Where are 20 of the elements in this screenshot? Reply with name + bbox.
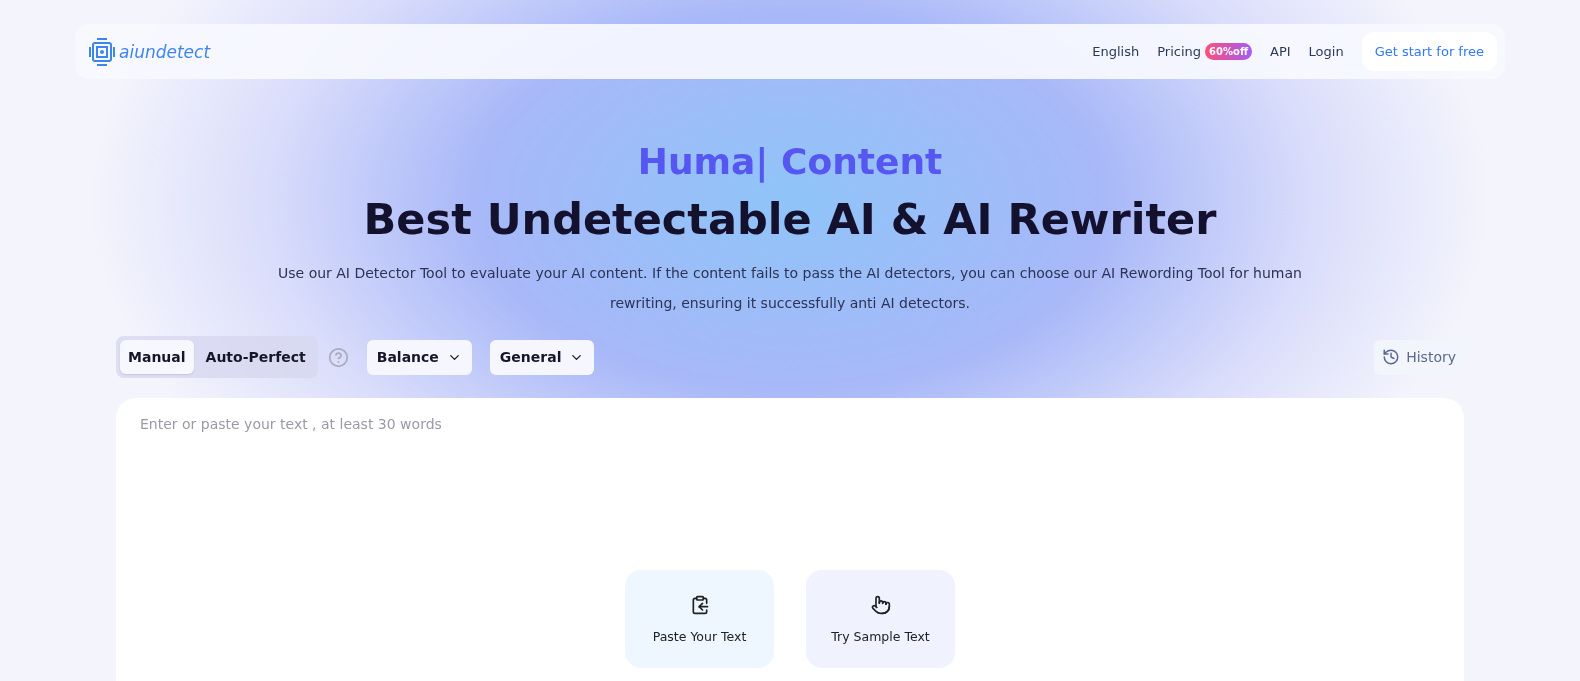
pointer-icon <box>870 594 891 615</box>
discount-badge: 60%off <box>1205 43 1252 60</box>
history-icon <box>1382 348 1401 366</box>
help-icon[interactable] <box>327 346 349 368</box>
mode-tab[interactable]: Auto-Perfect <box>197 340 314 374</box>
nav-link[interactable]: API <box>1270 44 1291 59</box>
mode-tab[interactable]: Manual <box>120 340 194 374</box>
nav-link[interactable]: English <box>1092 44 1140 59</box>
nav-link[interactable]: Login <box>1308 44 1344 59</box>
page-title: Best Undetectable AI & AI Rewriter <box>363 194 1217 244</box>
page-subtitle: Use our AI Detector Tool to evaluate your AI content. If the content fails to pass the AI detectors, you can choose our AI Rewording Tool for human rewriting, ensuring it successfully anti AI detectors. <box>277 264 1303 313</box>
text-input-field[interactable]: Enter or paste your text , at least 30 words Paste Your Text Try Sample Text <box>116 398 1464 681</box>
get-started-button[interactable]: Get start for free <box>1361 32 1497 71</box>
sample-text-button[interactable]: Try Sample Text <box>806 570 955 668</box>
option-dropdown[interactable]: General <box>489 339 595 375</box>
paste-text-button[interactable]: Paste Your Text <box>625 570 774 668</box>
typing-headline: Huma| Content <box>637 141 943 182</box>
logo-icon <box>89 37 115 66</box>
nav-link[interactable]: Pricing 60%off <box>1157 43 1252 60</box>
option-dropdown[interactable]: Balance <box>366 339 472 375</box>
